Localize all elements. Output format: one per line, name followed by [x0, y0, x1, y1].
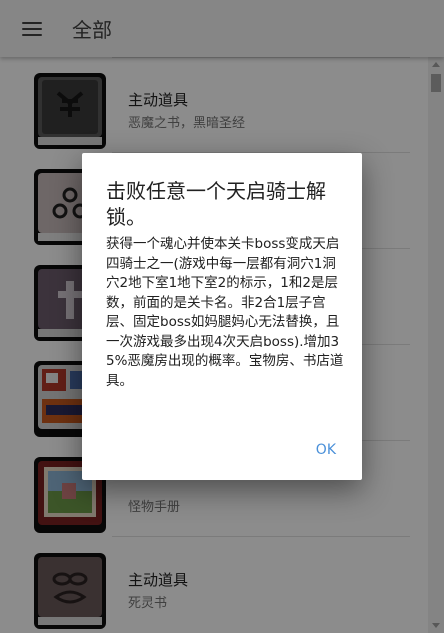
dialog-title: 击败任意一个天启骑士解锁。: [106, 179, 326, 229]
unlock-dialog: 击败任意一个天启骑士解锁。 获得一个魂心并使本关卡boss变成天启四骑士之一(游…: [82, 153, 362, 480]
dialog-message: 获得一个魂心并使本关卡boss变成天启四骑士之一(游戏中每一层都有洞穴1洞穴2地…: [106, 236, 344, 389]
ok-button[interactable]: OK: [308, 438, 344, 462]
